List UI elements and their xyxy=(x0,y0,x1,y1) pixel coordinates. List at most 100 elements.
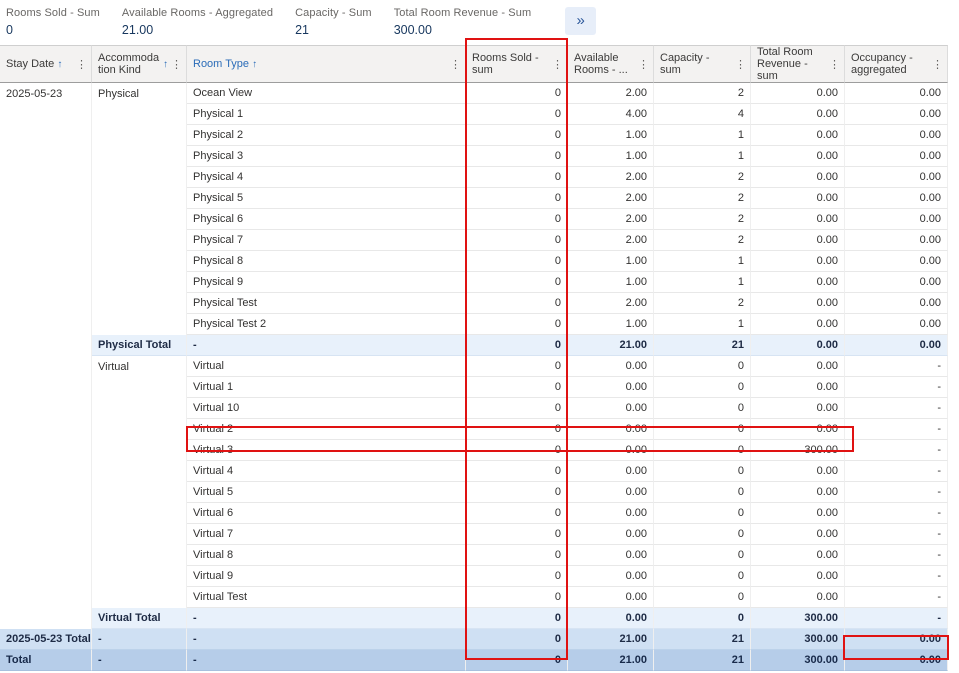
cell[interactable] xyxy=(92,146,187,167)
cell[interactable]: 0.00 xyxy=(751,356,845,377)
cell[interactable] xyxy=(0,209,92,230)
cell[interactable]: 0.00 xyxy=(568,419,654,440)
cell[interactable]: 21.00 xyxy=(568,335,654,356)
cell[interactable] xyxy=(0,587,92,608)
cell[interactable]: 0.00 xyxy=(845,293,948,314)
cell[interactable]: 0 xyxy=(654,587,751,608)
cell[interactable]: 2.00 xyxy=(568,293,654,314)
cell[interactable]: 21 xyxy=(654,335,751,356)
cell[interactable]: 0.00 xyxy=(845,209,948,230)
cell[interactable]: - xyxy=(187,650,466,671)
cell[interactable]: - xyxy=(845,440,948,461)
cell[interactable]: 0.00 xyxy=(845,272,948,293)
cell[interactable] xyxy=(0,461,92,482)
cell[interactable]: 0 xyxy=(466,356,568,377)
cell[interactable]: Virtual 9 xyxy=(187,566,466,587)
cell[interactable]: 1 xyxy=(654,314,751,335)
cell[interactable]: 300.00 xyxy=(751,629,845,650)
cell[interactable]: Physical 4 xyxy=(187,167,466,188)
cell[interactable] xyxy=(0,335,92,356)
cell[interactable]: 0 xyxy=(466,503,568,524)
cell[interactable] xyxy=(0,419,92,440)
cell[interactable]: 0 xyxy=(466,524,568,545)
cell[interactable] xyxy=(0,608,92,629)
cell[interactable]: 1.00 xyxy=(568,146,654,167)
cell[interactable] xyxy=(0,314,92,335)
cell[interactable]: Physical Test xyxy=(187,293,466,314)
cell[interactable]: 0.00 xyxy=(568,587,654,608)
cell[interactable]: Physical 3 xyxy=(187,146,466,167)
cell[interactable]: 0.00 xyxy=(751,398,845,419)
cell[interactable]: 0.00 xyxy=(751,377,845,398)
cell[interactable]: 0.00 xyxy=(845,650,948,671)
cell[interactable]: 0.00 xyxy=(568,545,654,566)
cell[interactable]: 21 xyxy=(654,629,751,650)
cell[interactable] xyxy=(92,188,187,209)
cell[interactable]: 0 xyxy=(654,608,751,629)
cell[interactable]: Physical 9 xyxy=(187,272,466,293)
column-header-available-rooms[interactable]: Available Rooms - ...⋮ xyxy=(568,45,654,83)
cell[interactable] xyxy=(0,377,92,398)
cell[interactable]: 0 xyxy=(654,503,751,524)
cell[interactable]: 0 xyxy=(654,356,751,377)
cell[interactable]: 0.00 xyxy=(845,629,948,650)
cell[interactable]: 0.00 xyxy=(845,167,948,188)
cell[interactable]: Virtual 6 xyxy=(187,503,466,524)
column-header-capacity-sum[interactable]: Capacity - sum⋮ xyxy=(654,45,751,83)
cell[interactable]: 0 xyxy=(466,545,568,566)
cell[interactable]: 0 xyxy=(466,650,568,671)
cell[interactable]: Ocean View xyxy=(187,83,466,104)
cell[interactable] xyxy=(92,398,187,419)
cell[interactable]: 2025-05-23 Total xyxy=(0,629,92,650)
cell[interactable]: 0 xyxy=(654,545,751,566)
cell[interactable] xyxy=(92,167,187,188)
cell[interactable]: 0 xyxy=(466,608,568,629)
cell[interactable] xyxy=(0,272,92,293)
cell[interactable]: 2 xyxy=(654,167,751,188)
cell[interactable]: 0.00 xyxy=(568,482,654,503)
cell[interactable]: 0 xyxy=(466,146,568,167)
cell[interactable]: 0 xyxy=(466,125,568,146)
cell[interactable]: 0.00 xyxy=(568,377,654,398)
cell[interactable]: - xyxy=(845,566,948,587)
cell[interactable]: Physical 8 xyxy=(187,251,466,272)
cell[interactable]: Virtual 8 xyxy=(187,545,466,566)
cell[interactable]: 0.00 xyxy=(568,524,654,545)
cell[interactable]: Physical 5 xyxy=(187,188,466,209)
cell[interactable] xyxy=(0,440,92,461)
cell[interactable]: Physical 7 xyxy=(187,230,466,251)
cell[interactable] xyxy=(92,377,187,398)
cell[interactable]: 2.00 xyxy=(568,230,654,251)
cell[interactable]: 0 xyxy=(654,461,751,482)
cell[interactable] xyxy=(92,545,187,566)
cell[interactable]: 0.00 xyxy=(568,356,654,377)
cell[interactable] xyxy=(0,125,92,146)
cell[interactable]: 2025-05-23 xyxy=(0,83,92,104)
cell[interactable]: Virtual xyxy=(187,356,466,377)
cell[interactable]: 2 xyxy=(654,188,751,209)
cell[interactable]: 0 xyxy=(466,629,568,650)
cell[interactable] xyxy=(0,482,92,503)
cell[interactable]: 0.00 xyxy=(845,230,948,251)
column-header-rooms-sold-sum[interactable]: Rooms Sold - sum⋮ xyxy=(466,45,568,83)
cell[interactable]: 0.00 xyxy=(751,104,845,125)
cell[interactable]: 21.00 xyxy=(568,650,654,671)
cell[interactable]: 0 xyxy=(466,440,568,461)
cell[interactable]: Physical Total xyxy=(92,335,187,356)
cell[interactable]: Virtual 10 xyxy=(187,398,466,419)
cell[interactable]: 0 xyxy=(466,188,568,209)
cell[interactable]: 1 xyxy=(654,125,751,146)
cell[interactable]: 0.00 xyxy=(751,314,845,335)
cell[interactable]: 2 xyxy=(654,83,751,104)
cell[interactable]: 0.00 xyxy=(845,188,948,209)
cell[interactable]: 0 xyxy=(466,83,568,104)
cell[interactable]: 0.00 xyxy=(751,125,845,146)
cell[interactable]: 0 xyxy=(466,230,568,251)
cell[interactable] xyxy=(0,251,92,272)
column-header-room-type[interactable]: Room Type↑⋮ xyxy=(187,45,466,83)
cell[interactable]: - xyxy=(845,587,948,608)
sort-asc-icon[interactable]: ↑ xyxy=(57,59,62,70)
cell[interactable]: 0 xyxy=(654,419,751,440)
cell[interactable]: 0 xyxy=(466,566,568,587)
cell[interactable]: Physical 1 xyxy=(187,104,466,125)
